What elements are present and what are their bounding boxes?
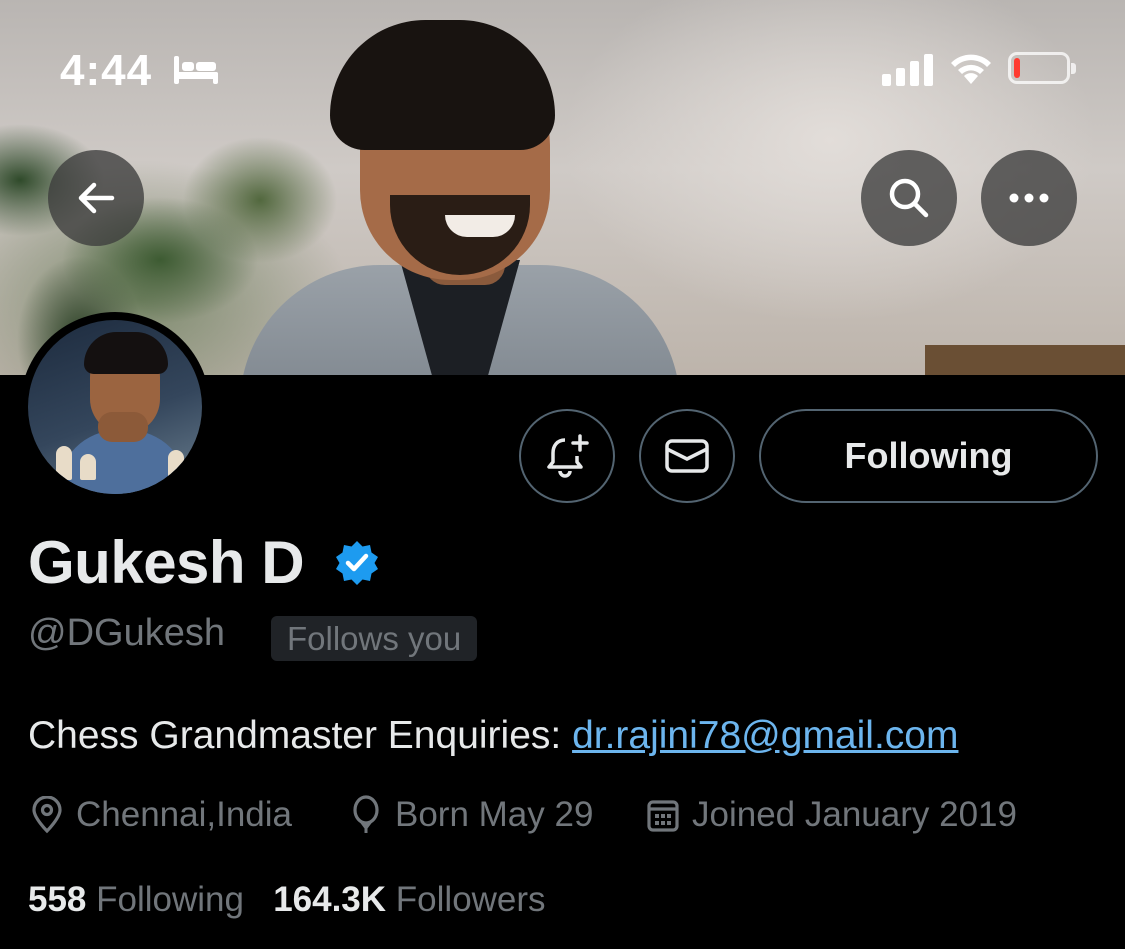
bio-email-link[interactable]: dr.rajini78@gmail.com — [572, 714, 958, 757]
more-button[interactable] — [981, 150, 1077, 246]
cellular-signal-icon — [882, 54, 933, 86]
bio: Chess Grandmaster Enquiries: dr.rajini78… — [28, 714, 958, 758]
following-count-link[interactable]: 558 Following — [28, 880, 244, 919]
notifications-button[interactable] — [519, 409, 615, 503]
location-pin-icon — [32, 796, 62, 834]
arrow-left-icon — [78, 182, 115, 214]
search-button[interactable] — [861, 150, 957, 246]
location-text: Chennai,India — [76, 795, 292, 834]
balloon-icon — [353, 795, 379, 833]
message-button[interactable] — [639, 409, 735, 503]
joined-date: Joined January 2019 — [646, 795, 1017, 835]
followers-count-link[interactable]: 164.3K Followers — [273, 880, 545, 919]
banner-person-photo — [240, 10, 680, 375]
banner-table — [925, 345, 1125, 375]
search-icon — [889, 178, 929, 218]
follow-counts: 558 Following 164.3K Followers — [28, 880, 546, 920]
following-count-label: Following — [96, 880, 244, 919]
avatar-photo — [28, 320, 202, 494]
joined-text: Joined January 2019 — [692, 795, 1017, 834]
follows-you-badge: Follows you — [271, 616, 478, 661]
avatar[interactable] — [20, 312, 210, 502]
calendar-icon — [647, 800, 679, 832]
envelope-icon — [665, 439, 709, 473]
status-time: 4:44 — [60, 46, 153, 95]
followers-count-label: Followers — [395, 880, 546, 919]
birthday-text: Born May 29 — [395, 795, 594, 834]
handle: @DGukesh — [28, 612, 225, 654]
battery-level — [1014, 58, 1020, 78]
back-button[interactable] — [48, 150, 144, 246]
following-button[interactable]: Following — [759, 409, 1098, 503]
more-horizontal-icon — [1009, 193, 1049, 203]
bio-text: Chess Grandmaster Enquiries: — [28, 714, 573, 757]
birthday: Born May 29 — [349, 795, 593, 835]
display-name: Gukesh D — [28, 529, 305, 596]
bed-icon — [174, 56, 218, 84]
verified-badge-icon[interactable] — [333, 539, 381, 587]
following-count: 558 — [28, 880, 87, 919]
battery-low-icon — [1008, 52, 1076, 84]
wifi-icon — [951, 54, 991, 84]
followers-count: 164.3K — [273, 880, 387, 919]
bell-plus-icon — [547, 434, 589, 478]
location: Chennai,India — [30, 795, 292, 835]
